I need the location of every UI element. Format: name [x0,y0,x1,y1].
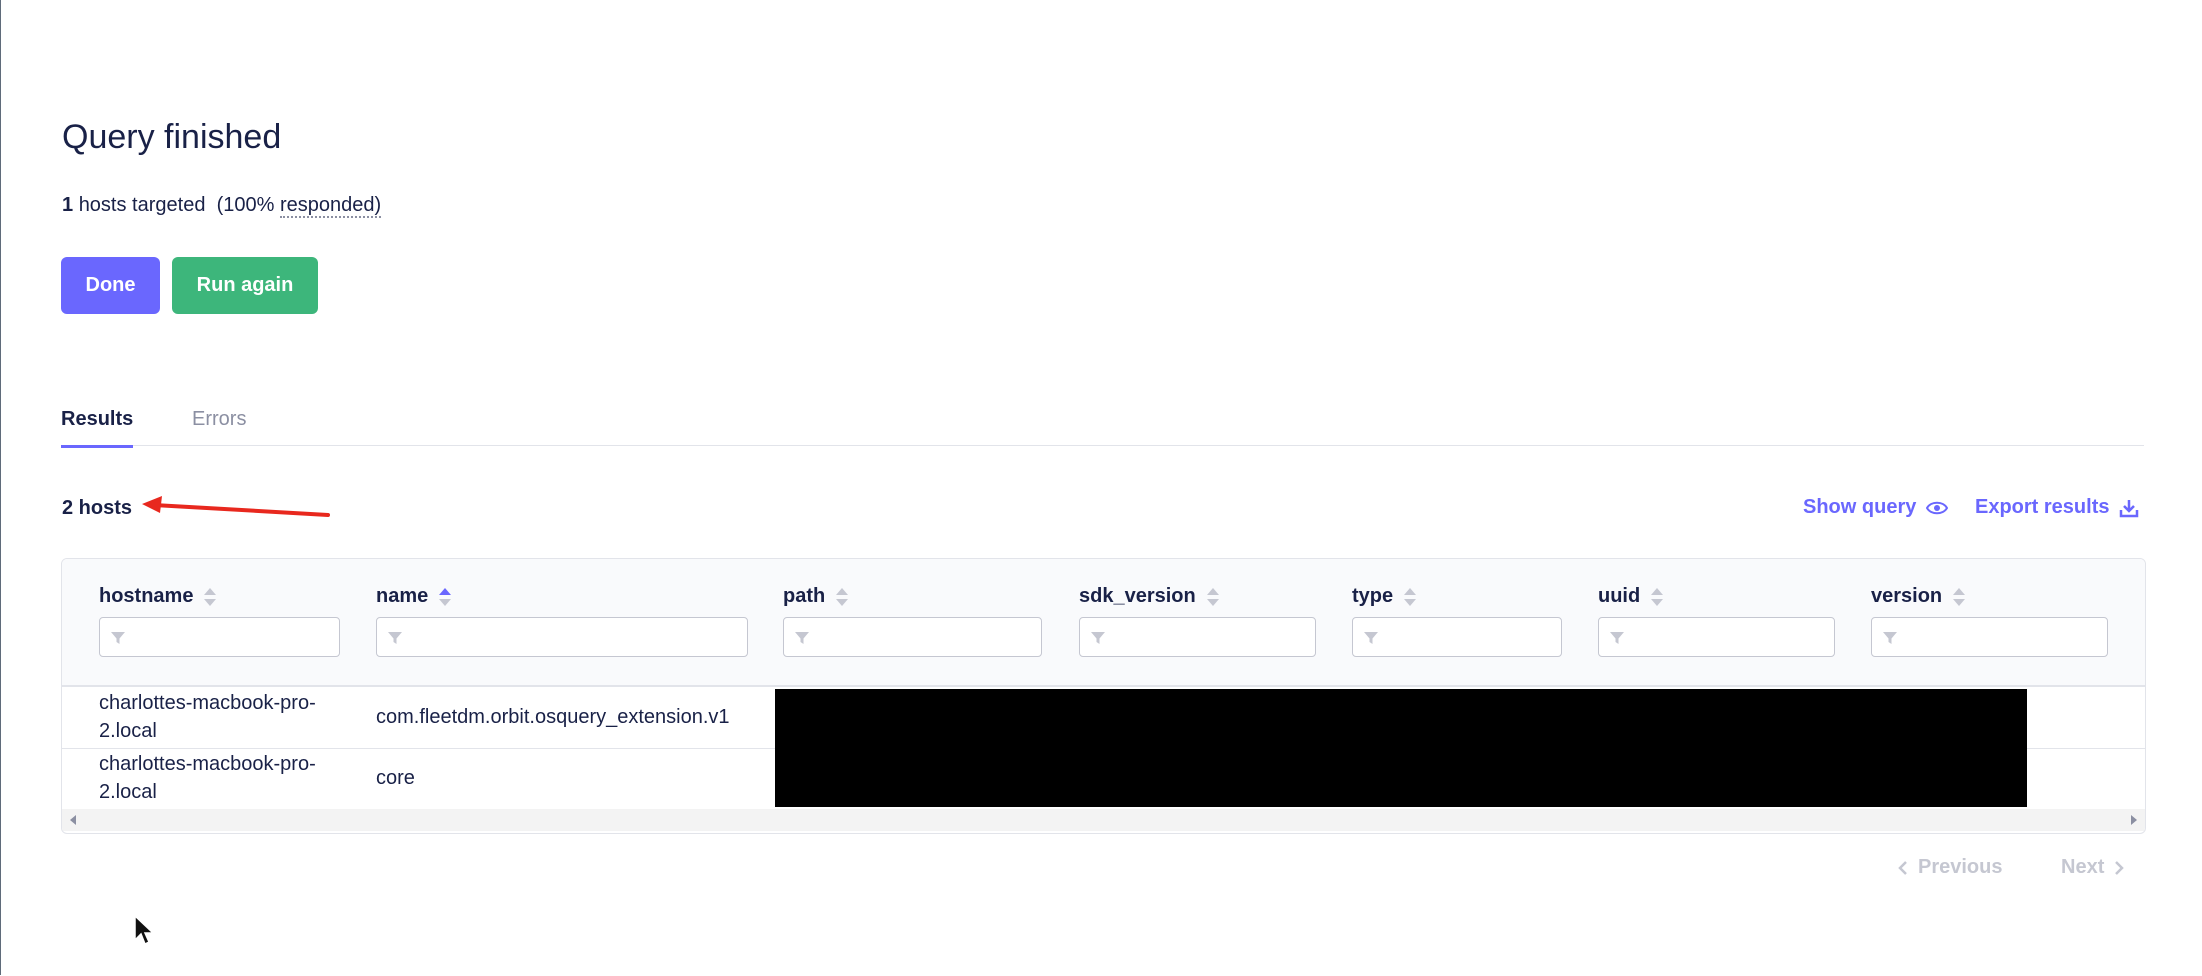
filter-input-path[interactable] [783,617,1042,657]
targeted-text: hosts targeted [78,194,206,216]
hosts-targeted-summary: 1 hosts targeted (100% responded) [62,194,382,218]
column-header-name[interactable]: name [376,585,452,608]
cell-hostname: charlottes-macbook-pro-2.local [99,753,316,803]
run-again-button[interactable]: Run again [172,257,318,314]
annotation-arrow-icon [142,496,330,517]
tab-results[interactable]: Results [61,408,134,448]
download-icon [2120,499,2139,517]
table-header: hostname name path sdk_version type uuid… [62,559,2145,687]
filter-icon [111,632,125,644]
filter-input-type[interactable] [1352,617,1562,657]
column-header-version[interactable]: version [1871,585,1966,608]
cell-name: com.fleetdm.orbit.osquery_extension.v1 [376,706,730,728]
previous-page-button[interactable]: Previous [1898,856,2002,879]
column-header-uuid[interactable]: uuid [1598,585,1664,608]
export-results-label: Export results [1975,496,2110,518]
redacted-region [775,689,2027,807]
column-header-path[interactable]: path [783,585,849,608]
filter-input-version[interactable] [1871,617,2108,657]
column-header-hostname[interactable]: hostname [99,585,217,608]
filter-icon [1610,632,1624,644]
chevron-right-icon [2115,860,2125,875]
tab-errors[interactable]: Errors [192,408,246,431]
filter-icon [1364,632,1378,644]
scroll-right-icon[interactable] [2129,814,2139,826]
host-count: 2 hosts [62,497,133,519]
filter-icon [795,632,809,644]
show-query-label: Show query [1803,496,1917,518]
show-query-button[interactable]: Show query [1803,496,1949,519]
page-title: Query finished [62,118,282,156]
filter-input-name[interactable] [376,617,748,657]
horizontal-scrollbar[interactable] [62,809,2145,831]
sort-icon [1206,587,1219,606]
chevron-left-icon [1898,860,1907,875]
cell-hostname: charlottes-macbook-pro-2.local [99,692,316,742]
next-label: Next [2061,856,2105,878]
scroll-left-icon[interactable] [68,814,78,826]
results-table: hostname name path sdk_version type uuid… [61,558,2146,834]
eye-icon [1926,501,1949,514]
column-header-sdk-version[interactable]: sdk_version [1079,585,1220,608]
cell-name: core [376,767,415,789]
responded-tooltip-trigger[interactable]: responded) [279,194,382,218]
done-button[interactable]: Done [61,257,160,314]
sort-ascending-icon [439,587,452,606]
sort-icon [1953,587,1966,606]
export-results-button[interactable]: Export results [1975,496,2139,519]
filter-icon [1091,632,1105,644]
targeted-count: 1 [62,194,74,216]
next-page-button[interactable]: Next [2061,856,2125,879]
responded-percent: (100% [216,194,275,216]
filter-input-hostname[interactable] [99,617,340,657]
results-tabs: Results Errors [61,400,2144,448]
sort-icon [836,587,849,606]
sort-icon [204,587,217,606]
filter-icon [388,632,402,644]
mouse-cursor-icon [134,914,155,946]
filter-input-uuid[interactable] [1598,617,1835,657]
filter-icon [1883,632,1897,644]
previous-label: Previous [1918,856,2003,878]
sort-icon [1651,587,1664,606]
sort-icon [1404,587,1417,606]
column-header-type[interactable]: type [1352,585,1417,608]
filter-input-sdk-version[interactable] [1079,617,1316,657]
